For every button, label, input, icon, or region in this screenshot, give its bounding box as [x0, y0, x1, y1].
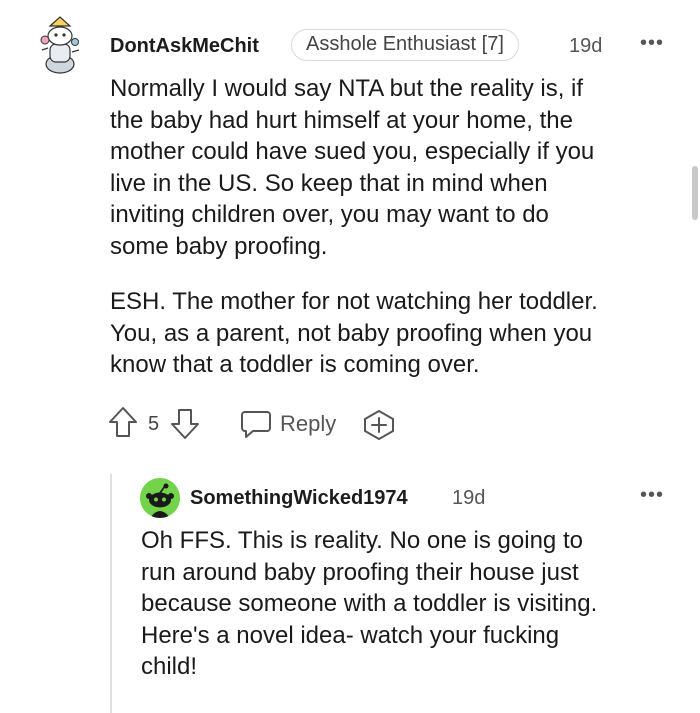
comment-paragraph: Normally I would say NTA but the reality… — [110, 75, 595, 260]
reply-paragraph: Oh FFS. This is reality. No one is going… — [141, 527, 598, 680]
vote-count: 5 — [148, 413, 160, 435]
avatar[interactable] — [36, 14, 84, 74]
scrollbar[interactable] — [692, 166, 698, 220]
reply-icon[interactable] — [240, 409, 272, 444]
upvote-icon[interactable] — [108, 406, 138, 443]
thread-line[interactable] — [110, 474, 112, 713]
downvote-icon[interactable] — [170, 408, 200, 445]
reply-more-options-icon[interactable]: ••• — [640, 485, 664, 505]
snoo-avatar-icon — [40, 16, 80, 74]
comment-timestamp: 19d — [569, 35, 603, 57]
snoo-default-icon — [140, 478, 180, 518]
reply-username[interactable]: SomethingWicked1974 — [190, 485, 408, 511]
user-flair: Asshole Enthusiast [7] — [291, 29, 519, 61]
comment-username[interactable]: DontAskMeChit — [110, 33, 259, 59]
comment-paragraph: ESH. The mother for not watching her tod… — [110, 288, 598, 378]
more-options-icon[interactable]: ••• — [640, 33, 664, 53]
award-icon[interactable] — [362, 409, 396, 446]
reply-button[interactable]: Reply — [280, 410, 336, 438]
reply-timestamp: 19d — [452, 487, 486, 509]
reply-avatar[interactable] — [140, 478, 180, 518]
